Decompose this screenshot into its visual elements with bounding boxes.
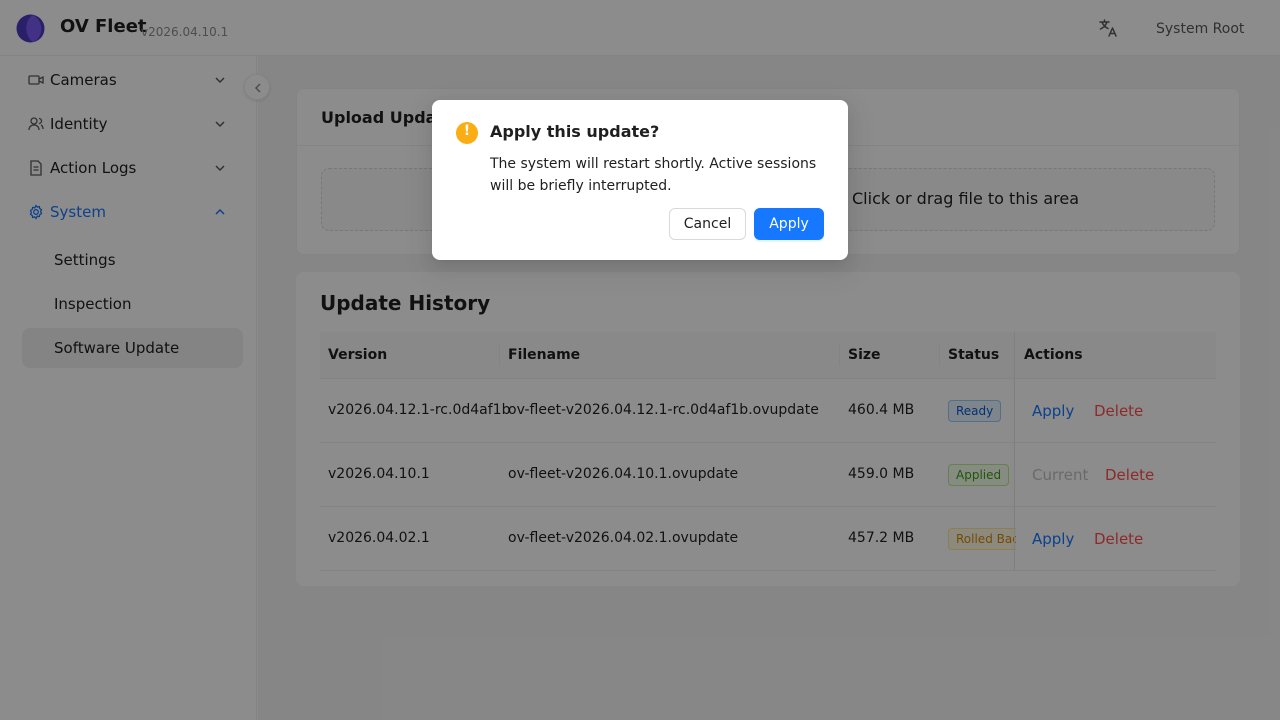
apply-button[interactable]: Apply [754, 208, 824, 240]
cancel-button[interactable]: Cancel [669, 208, 746, 240]
modal-body: The system will restart shortly. Active … [490, 156, 817, 194]
modal-title: Apply this update? [490, 122, 660, 141]
warning-icon: ! [456, 122, 478, 144]
confirm-modal: ! Apply this update? The system will res… [432, 100, 848, 260]
